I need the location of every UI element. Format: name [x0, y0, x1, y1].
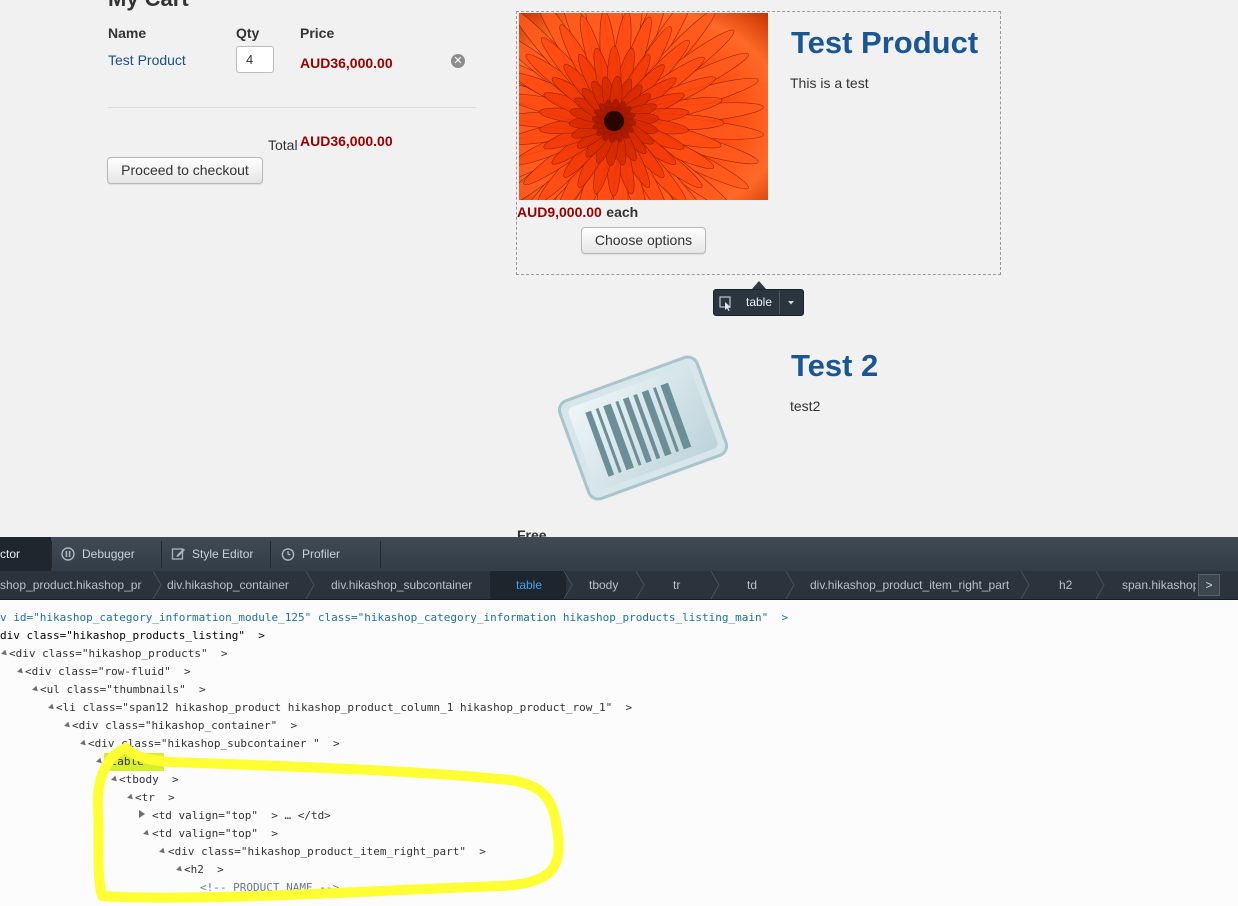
tab-debugger[interactable]: Debugger	[82, 537, 135, 571]
chevron-right-icon	[1095, 571, 1105, 599]
chevron-right-icon	[305, 571, 315, 599]
chevron-right-icon	[710, 571, 720, 599]
twisty-open-icon[interactable]	[17, 667, 25, 676]
markup-line[interactable]: v id="hikashop_category_information_modu…	[0, 609, 788, 627]
orange-flower-photo[interactable]	[519, 13, 768, 200]
breadcrumb-scroll-right-icon[interactable]: >	[1198, 574, 1220, 596]
tab-separator	[161, 541, 162, 568]
tab-inspector[interactable]: ctor	[0, 537, 20, 571]
store-page: My Cart Name Qty Price Test Product AUD3…	[0, 0, 1238, 537]
chevron-right-icon	[1020, 571, 1030, 599]
breadcrumb-item-selected[interactable]: table	[516, 571, 542, 599]
remove-circle-icon[interactable]: ✕	[451, 54, 465, 68]
markup-line-text: <div class="hikashop_container" >	[72, 719, 298, 732]
cart-title: My Cart	[108, 0, 189, 12]
tab-separator	[380, 541, 381, 568]
product-title-test-2[interactable]: Test 2	[791, 348, 878, 384]
tab-profiler[interactable]: Profiler	[302, 537, 340, 571]
tooltip-arrow	[752, 281, 766, 289]
breadcrumb-item[interactable]: div.hikashop_container	[167, 571, 289, 599]
tab-style-editor[interactable]: Style Editor	[192, 537, 253, 571]
chevron-right-icon	[635, 571, 645, 599]
markup-line-text: <li class="span12 hikashop_product hikas…	[56, 701, 633, 714]
pencil-icon	[171, 546, 186, 561]
tab-separator	[51, 541, 52, 568]
cart-total-label: Total	[268, 137, 298, 153]
breadcrumb-item[interactable]: span.hikashop	[1122, 571, 1196, 599]
breadcrumb-item[interactable]: tbody	[589, 571, 618, 599]
markup-line-text: v id="hikashop_category_information_modu…	[0, 611, 789, 624]
product-description: This is a test	[790, 75, 869, 91]
tab-separator	[270, 541, 271, 568]
cart-item-name-link[interactable]: Test Product	[108, 52, 186, 68]
breadcrumb-item[interactable]: shop_product.hikashop_pr	[0, 571, 141, 599]
cart-item-price: AUD36,000.00	[300, 55, 393, 71]
element-picker-icon[interactable]	[715, 291, 737, 314]
product-price-free: Free	[517, 527, 547, 537]
twisty-open-icon[interactable]	[1, 649, 9, 658]
markup-line-text: <div class="hikashop_products" >	[9, 647, 228, 660]
product-price: AUD9,000.00	[517, 204, 602, 220]
cart-header-price: Price	[300, 25, 335, 41]
product-price-line: AUD9,000.00 each	[517, 204, 638, 222]
twisty-open-icon[interactable]	[32, 685, 40, 694]
chevron-right-icon	[785, 571, 795, 599]
breadcrumb-item[interactable]: div.hikashop_product_item_right_part	[810, 571, 1009, 599]
markup-line-text: <div class="row-fluid" >	[25, 665, 191, 678]
twisty-open-icon[interactable]	[48, 703, 56, 712]
breadcrumb-item[interactable]: tr	[673, 571, 680, 599]
cart-header-name: Name	[108, 25, 147, 41]
markup-line[interactable]: div class="hikashop_products_listing" >	[0, 627, 265, 645]
cart-qty-input[interactable]	[236, 46, 274, 73]
chevron-right-icon	[563, 571, 573, 599]
twisty-open-icon[interactable]	[64, 721, 72, 730]
markup-line[interactable]: <div class="row-fluid" >	[25, 663, 191, 681]
markup-line[interactable]: <ul class="thumbnails" >	[40, 681, 206, 699]
markup-line-text: div class="hikashop_products_listing" >	[0, 629, 265, 642]
product-title-test-product[interactable]: Test Product	[791, 25, 978, 61]
markup-line[interactable]: <div class="hikashop_products" >	[9, 645, 228, 663]
product-description-2: test2	[790, 398, 821, 414]
product-price-suffix: each	[606, 204, 639, 220]
cart-divider	[108, 107, 476, 108]
cart-header-qty: Qty	[236, 25, 260, 41]
proceed-to-checkout-button[interactable]: Proceed to checkout	[107, 157, 263, 184]
stopwatch-icon	[281, 547, 295, 561]
barcode-placeholder-icon[interactable]	[548, 348, 738, 508]
pause-icon	[61, 547, 75, 561]
cart-total-value: AUD36,000.00	[300, 133, 393, 149]
markup-line-text: <ul class="thumbnails" >	[40, 683, 206, 696]
chevron-right-icon	[152, 571, 162, 599]
markup-line[interactable]: <li class="span12 hikashop_product hikas…	[56, 699, 632, 717]
choose-options-button[interactable]: Choose options	[581, 227, 706, 254]
breadcrumb-item[interactable]: div.hikashop_subcontainer	[331, 571, 472, 599]
breadcrumb-item[interactable]: h2	[1059, 571, 1072, 599]
yellow-annotation-outline	[92, 743, 564, 903]
breadcrumb-item[interactable]: td	[747, 571, 757, 599]
dropdown-arrow-icon[interactable]	[780, 291, 802, 314]
tooltip-tag-label: table	[745, 295, 773, 309]
markup-line[interactable]: <div class="hikashop_container" >	[72, 717, 297, 735]
